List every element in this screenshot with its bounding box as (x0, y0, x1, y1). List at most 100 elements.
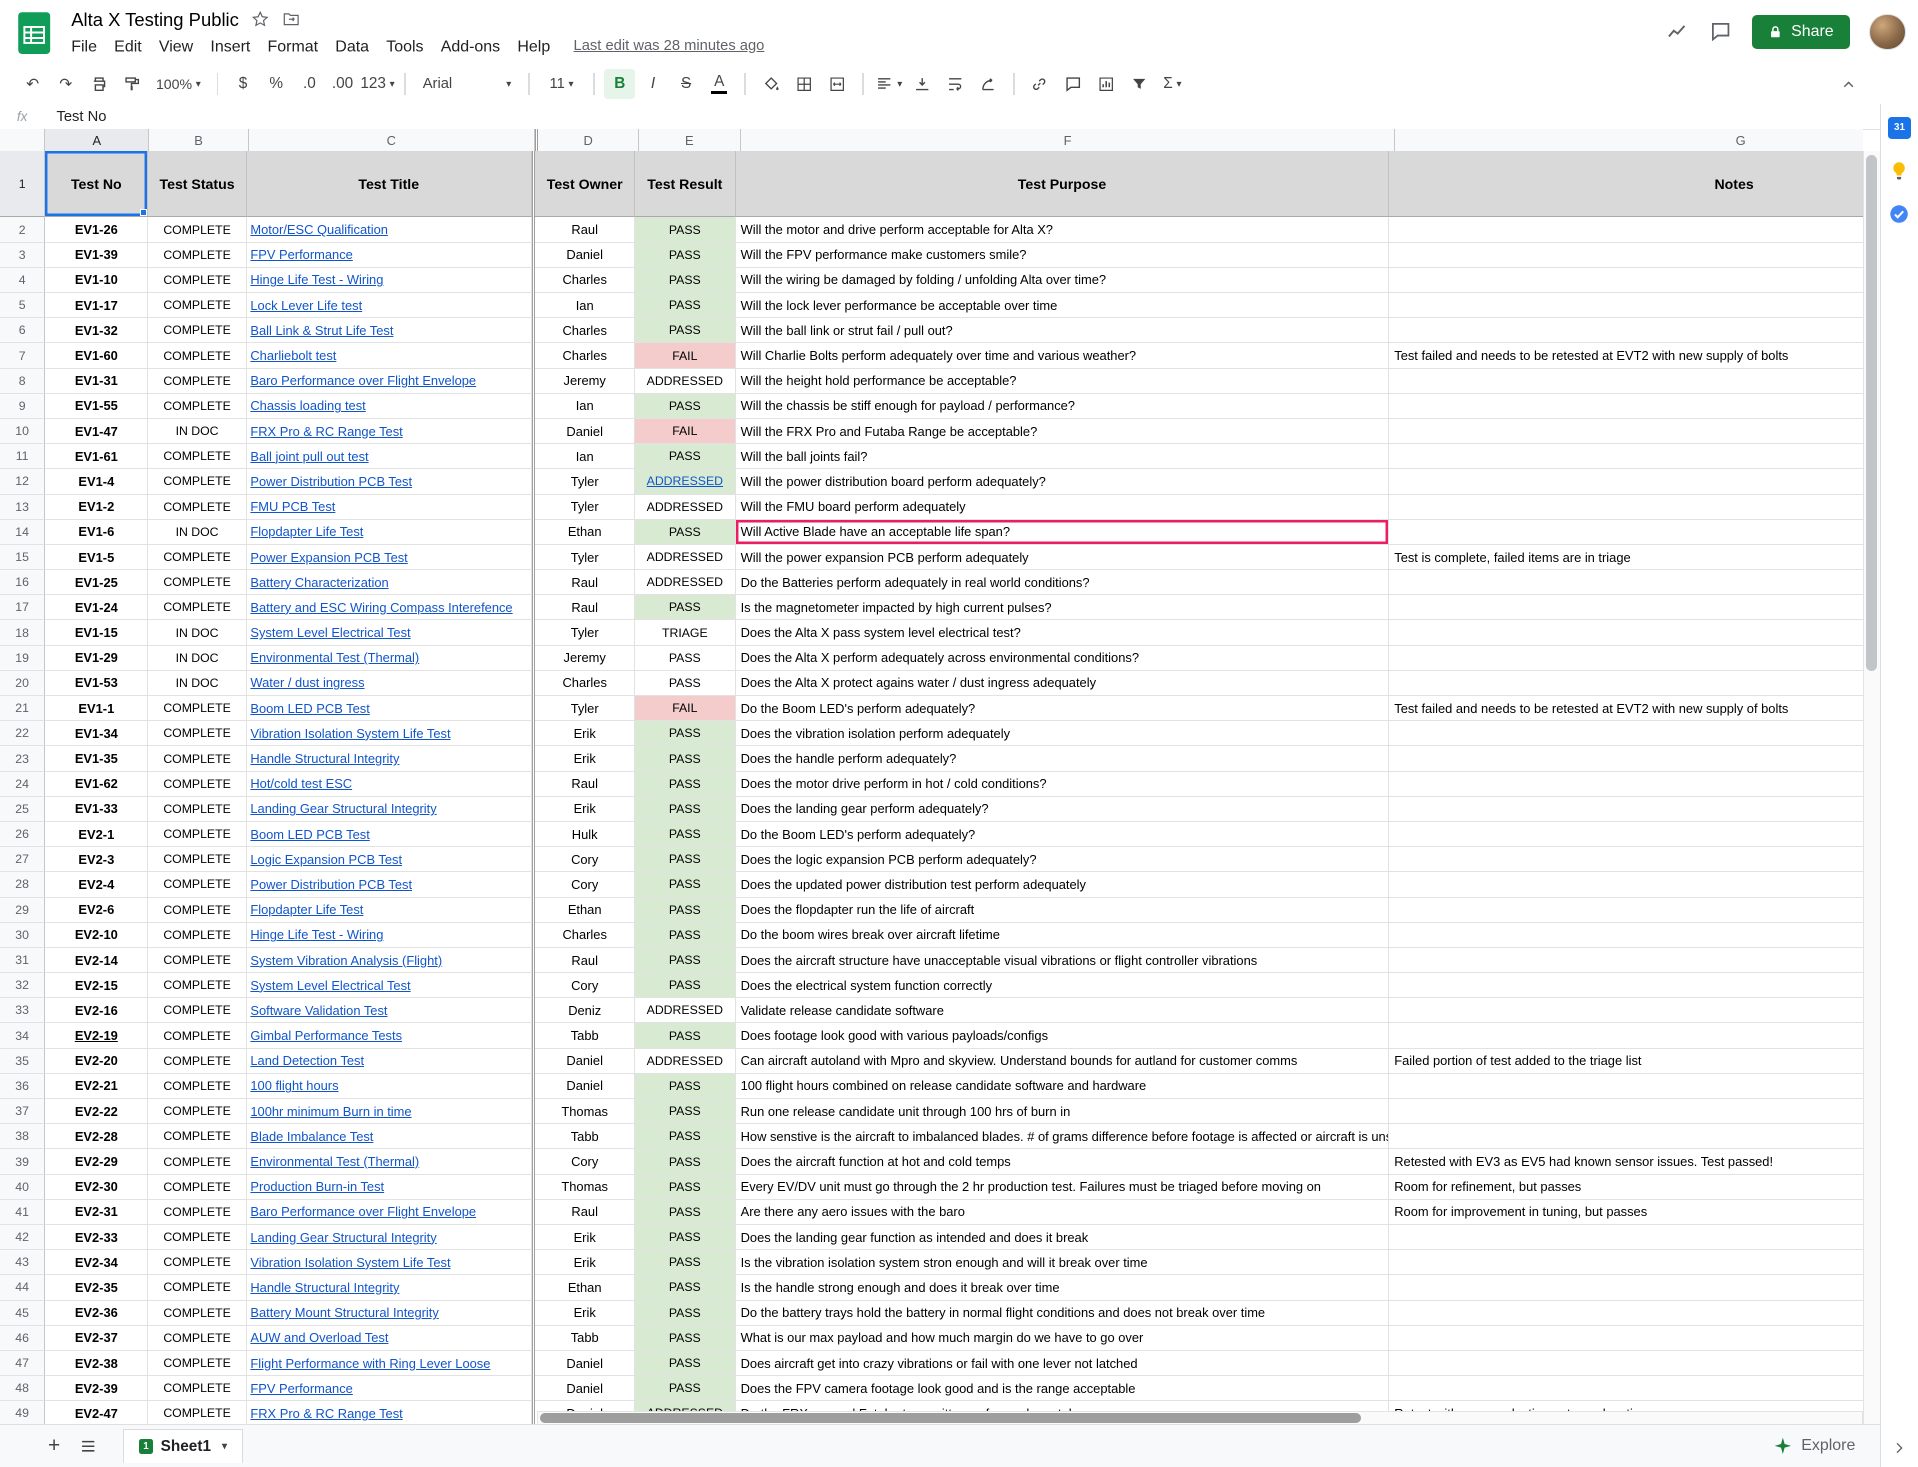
horizontal-align-button[interactable]: ▾ (873, 69, 904, 98)
cell-A28[interactable]: EV2-4 (45, 872, 148, 897)
cell-B43[interactable]: COMPLETE (148, 1250, 246, 1275)
cell-G13[interactable] (1389, 495, 1862, 520)
row-header-29[interactable]: 29 (0, 898, 45, 923)
cell-D34[interactable]: Tabb (535, 1023, 635, 1048)
cell-G47[interactable] (1389, 1351, 1862, 1376)
row-header-1[interactable]: 1 (0, 151, 45, 217)
cell-A31[interactable]: EV2-14 (45, 948, 148, 973)
cell-D42[interactable]: Erik (535, 1225, 635, 1250)
cell-B33[interactable]: COMPLETE (148, 998, 246, 1023)
cell-F18[interactable]: Does the Alta X pass system level electr… (736, 620, 1390, 645)
row-header-24[interactable]: 24 (0, 772, 45, 797)
test-title-link[interactable]: FPV Performance (250, 1381, 352, 1396)
cell-A9[interactable]: EV1-55 (45, 394, 148, 419)
row-header-13[interactable]: 13 (0, 495, 45, 520)
cell-B2[interactable]: COMPLETE (148, 217, 246, 242)
cell-F43[interactable]: Is the vibration isolation system stron … (736, 1250, 1390, 1275)
cell-F1[interactable]: Test Purpose (736, 151, 1390, 217)
test-title-link[interactable]: Software Validation Test (250, 1003, 387, 1018)
cell-G17[interactable] (1389, 595, 1862, 620)
row-header-16[interactable]: 16 (0, 570, 45, 595)
text-rotation-button[interactable] (973, 69, 1004, 98)
font-family-select[interactable]: Arial▾ (415, 69, 518, 98)
cell-G38[interactable] (1389, 1124, 1862, 1149)
insert-chart-button[interactable] (1091, 69, 1122, 98)
cell-G24[interactable] (1389, 772, 1862, 797)
cell-A23[interactable]: EV1-35 (45, 746, 148, 771)
sheet-tab-sheet1[interactable]: 1 Sheet1 ▾ (123, 1429, 243, 1463)
cell-G26[interactable] (1389, 822, 1862, 847)
row-header-31[interactable]: 31 (0, 948, 45, 973)
test-title-link[interactable]: Battery and ESC Wiring Compass Interefen… (250, 600, 512, 615)
cell-B15[interactable]: COMPLETE (148, 545, 246, 570)
cell-F37[interactable]: Run one release candidate unit through 1… (736, 1099, 1390, 1124)
cell-A47[interactable]: EV2-38 (45, 1351, 148, 1376)
cell-A17[interactable]: EV1-24 (45, 595, 148, 620)
borders-button[interactable] (789, 69, 820, 98)
comment-icon[interactable] (1709, 20, 1732, 43)
cell-C34[interactable]: Gimbal Performance Tests (247, 1023, 532, 1048)
cell-G15[interactable]: Test is complete, failed items are in tr… (1389, 545, 1862, 570)
star-icon[interactable] (251, 10, 269, 28)
cell-G10[interactable] (1389, 419, 1862, 444)
undo-button[interactable]: ↶ (17, 69, 48, 98)
cell-B42[interactable]: COMPLETE (148, 1225, 246, 1250)
cell-B22[interactable]: COMPLETE (148, 721, 246, 746)
calendar-icon[interactable]: 31 (1888, 117, 1910, 139)
cell-G29[interactable] (1389, 898, 1862, 923)
cell-D24[interactable]: Raul (535, 772, 635, 797)
row-header-8[interactable]: 8 (0, 369, 45, 394)
cell-A29[interactable]: EV2-6 (45, 898, 148, 923)
share-button[interactable]: Share (1752, 15, 1850, 49)
cell-B45[interactable]: COMPLETE (148, 1301, 246, 1326)
test-title-link[interactable]: 100 flight hours (250, 1078, 338, 1093)
test-title-link[interactable]: Landing Gear Structural Integrity (250, 1230, 436, 1245)
cell-G20[interactable] (1389, 671, 1862, 696)
cell-A49[interactable]: EV2-47 (45, 1401, 148, 1425)
cell-E5[interactable]: PASS (635, 293, 736, 318)
cell-B17[interactable]: COMPLETE (148, 595, 246, 620)
column-header-E[interactable]: E (639, 129, 741, 151)
cell-C45[interactable]: Battery Mount Structural Integrity (247, 1301, 532, 1326)
row-header-4[interactable]: 4 (0, 268, 45, 293)
cell-F9[interactable]: Will the chassis be stiff enough for pay… (736, 394, 1390, 419)
cell-C32[interactable]: System Level Electrical Test (247, 973, 532, 998)
redo-button[interactable]: ↷ (50, 69, 81, 98)
insert-comment-button[interactable] (1058, 69, 1089, 98)
cell-E43[interactable]: PASS (635, 1250, 736, 1275)
cell-F30[interactable]: Do the boom wires break over aircraft li… (736, 923, 1390, 948)
cell-E32[interactable]: PASS (635, 973, 736, 998)
cell-C9[interactable]: Chassis loading test (247, 394, 532, 419)
cell-B11[interactable]: COMPLETE (148, 444, 246, 469)
cell-D23[interactable]: Erik (535, 746, 635, 771)
cell-A8[interactable]: EV1-31 (45, 369, 148, 394)
row-header-36[interactable]: 36 (0, 1074, 45, 1099)
vertical-scrollbar-thumb[interactable] (1866, 155, 1877, 671)
cell-A16[interactable]: EV1-25 (45, 570, 148, 595)
cell-G18[interactable] (1389, 620, 1862, 645)
cell-A13[interactable]: EV1-2 (45, 495, 148, 520)
cell-F3[interactable]: Will the FPV performance make customers … (736, 243, 1390, 268)
cell-F12[interactable]: Will the power distribution board perfor… (736, 469, 1390, 494)
cell-D15[interactable]: Tyler (535, 545, 635, 570)
test-title-link[interactable]: Water / dust ingress (250, 675, 364, 690)
cell-E33[interactable]: ADDRESSED (635, 998, 736, 1023)
cell-A43[interactable]: EV2-34 (45, 1250, 148, 1275)
cell-G37[interactable] (1389, 1099, 1862, 1124)
row-header-11[interactable]: 11 (0, 444, 45, 469)
cell-E14[interactable]: PASS (635, 520, 736, 545)
cell-D21[interactable]: Tyler (535, 696, 635, 721)
cell-E35[interactable]: ADDRESSED (635, 1049, 736, 1074)
cell-G45[interactable] (1389, 1301, 1862, 1326)
row-header-7[interactable]: 7 (0, 343, 45, 368)
font-size-select[interactable]: 11▾ (539, 69, 583, 98)
cell-A1[interactable]: Test No (45, 151, 148, 217)
number-format-button[interactable]: 123▾ (360, 69, 394, 98)
cell-D40[interactable]: Thomas (535, 1175, 635, 1200)
menu-view[interactable]: View (150, 36, 202, 58)
row-header-18[interactable]: 18 (0, 620, 45, 645)
cell-D4[interactable]: Charles (535, 268, 635, 293)
row-header-12[interactable]: 12 (0, 469, 45, 494)
cell-D22[interactable]: Erik (535, 721, 635, 746)
insert-link-button[interactable] (1024, 69, 1055, 98)
